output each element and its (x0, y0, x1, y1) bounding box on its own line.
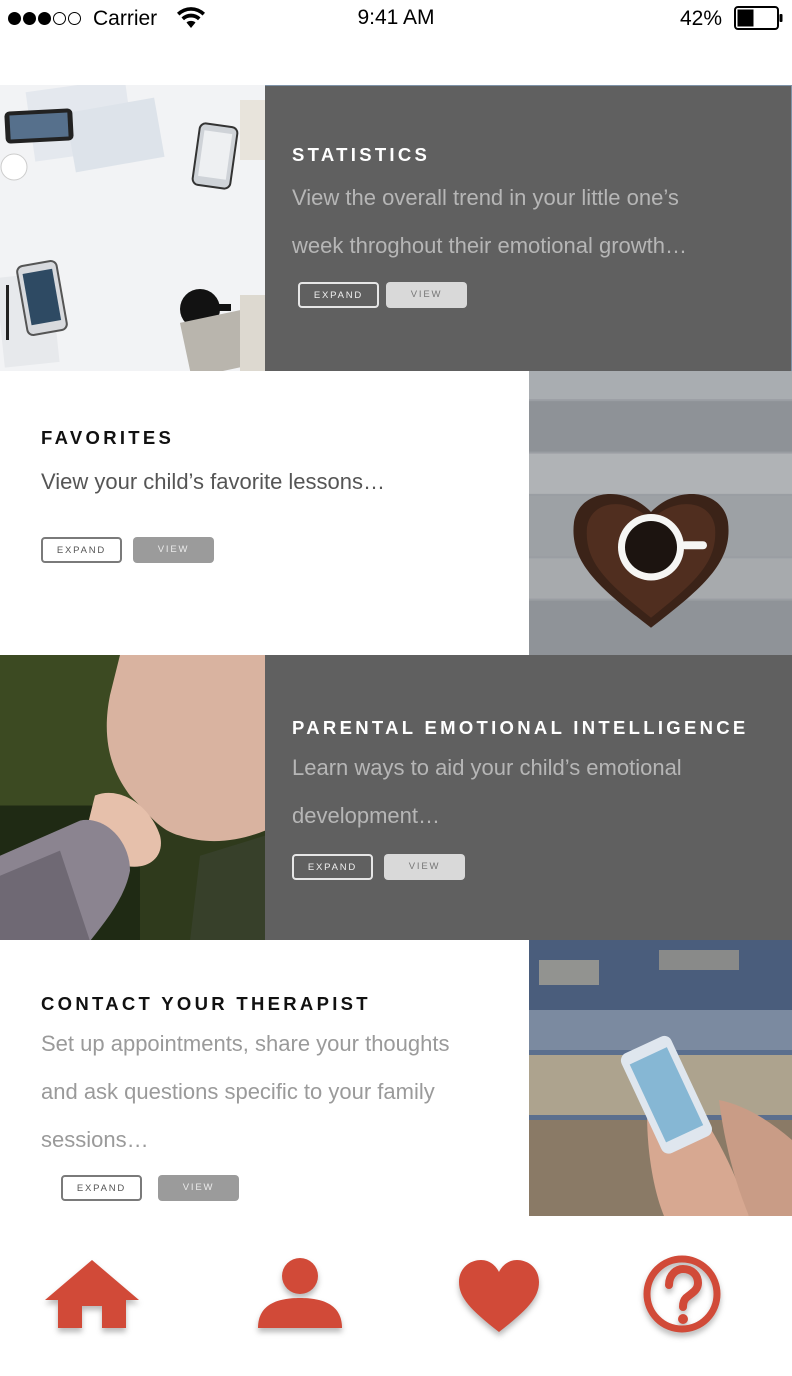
battery-icon (734, 6, 783, 30)
tab-help[interactable] (632, 1254, 732, 1334)
view-button[interactable]: VIEW (133, 537, 214, 563)
therapist-panel: CONTACT YOUR THERAPIST Set up appointmen… (0, 940, 529, 1216)
favorites-panel: FAVORITES View your child’s favorite les… (0, 371, 529, 657)
status-time: 9:41 AM (357, 6, 435, 29)
card-parental-emotional-intelligence: PARENTAL EMOTIONAL INTELLIGENCE Learn wa… (0, 655, 792, 941)
view-button[interactable]: VIEW (384, 854, 465, 880)
card-title: FAVORITES (41, 427, 175, 448)
workspace-photo (0, 85, 265, 371)
profile-icon (258, 1258, 342, 1328)
expand-button[interactable]: EXPAND (61, 1175, 142, 1201)
card-statistics: STATISTICS View the overall trend in you… (0, 85, 792, 371)
card-description: View your child’s favorite lessons… (41, 469, 386, 494)
expand-button[interactable]: EXPAND (292, 854, 373, 880)
parental-panel: PARENTAL EMOTIONAL INTELLIGENCE Learn wa… (265, 655, 792, 941)
tab-profile[interactable] (250, 1254, 350, 1334)
view-button[interactable]: VIEW (386, 282, 467, 308)
card-title: STATISTICS (292, 144, 431, 165)
battery-percent: 42% (680, 7, 723, 30)
help-icon (643, 1255, 721, 1333)
card-title: CONTACT YOUR THERAPIST (41, 993, 371, 1014)
statistics-panel: STATISTICS View the overall trend in you… (265, 85, 792, 371)
card-favorites: FAVORITES View your child’s favorite les… (0, 371, 792, 657)
hands-photo (0, 655, 265, 941)
phone-hands-photo (529, 940, 792, 1216)
status-bar: Carrier 9:41 AM 42% (0, 0, 792, 40)
card-description: Set up appointments, share your thoughts… (41, 1031, 450, 1152)
card-contact-therapist: CONTACT YOUR THERAPIST Set up appointmen… (0, 940, 792, 1216)
home-icon (45, 1260, 139, 1328)
heart-icon (459, 1260, 539, 1332)
card-title: PARENTAL EMOTIONAL INTELLIGENCE (292, 717, 749, 738)
coffee-heart-photo (529, 371, 792, 657)
tab-bar (0, 1216, 792, 1376)
card-description: Learn ways to aid your child’s emotional… (292, 755, 682, 828)
expand-button[interactable]: EXPAND (298, 282, 379, 308)
tab-home[interactable] (42, 1254, 142, 1334)
card-description: View the overall trend in your little on… (292, 185, 687, 258)
tab-favorites[interactable] (449, 1254, 549, 1334)
expand-button[interactable]: EXPAND (41, 537, 122, 563)
view-button[interactable]: VIEW (158, 1175, 239, 1201)
